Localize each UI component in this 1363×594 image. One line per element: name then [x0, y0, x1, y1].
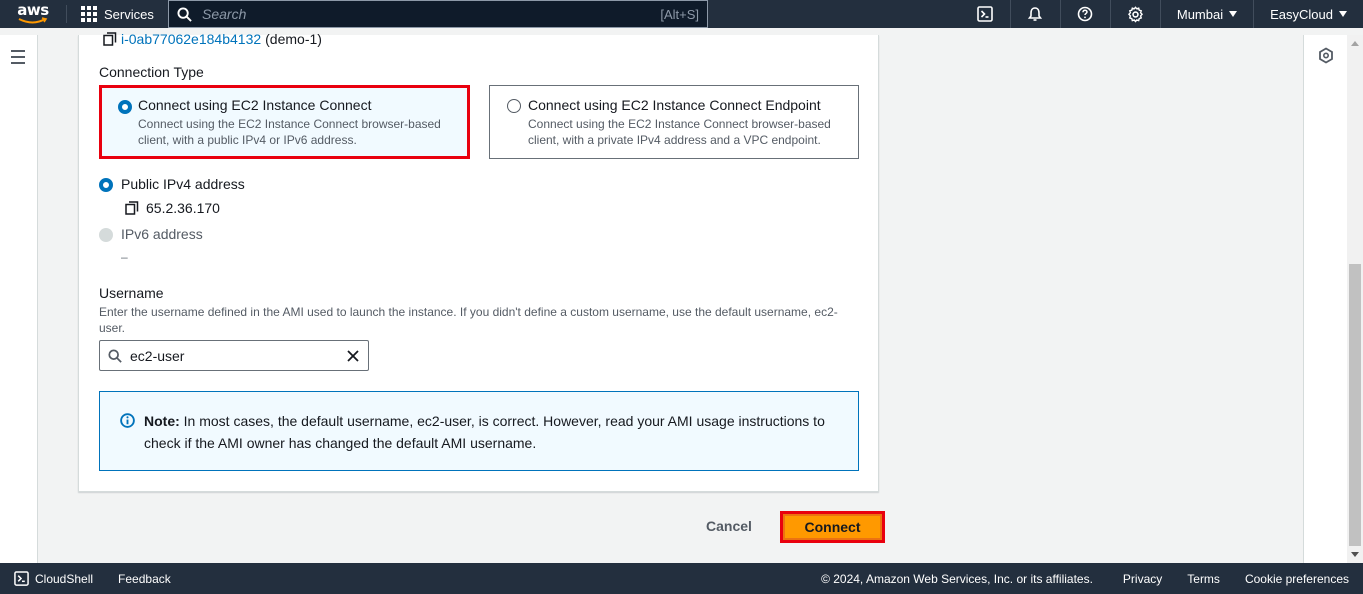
terms-link[interactable]: Terms: [1187, 572, 1220, 586]
cookie-preferences-link[interactable]: Cookie preferences: [1245, 572, 1349, 586]
notifications-button[interactable]: [1011, 0, 1061, 28]
page-scrollbar[interactable]: [1347, 35, 1363, 563]
info-icon: [120, 413, 135, 428]
radio-ec2-instance-connect-endpoint[interactable]: [507, 99, 521, 113]
aws-logo-text: aws: [17, 0, 49, 19]
tools-panel-icon[interactable]: [1318, 47, 1334, 64]
terminal-icon: [14, 571, 29, 586]
username-description: Enter the username defined in the AMI us…: [99, 305, 838, 335]
privacy-link[interactable]: Privacy: [1123, 572, 1162, 586]
search-icon: [108, 348, 122, 363]
tile-description: Connect using the EC2 Instance Connect b…: [528, 117, 831, 147]
console-footer: CloudShell Feedback © 2024, Amazon Web S…: [0, 563, 1363, 594]
caret-down-icon: [1229, 11, 1238, 17]
search-input[interactable]: [202, 6, 661, 22]
connect-instance-panel: i-0ab77062e184b4132 (demo-1) Connection …: [78, 31, 879, 492]
help-icon: [1078, 6, 1093, 22]
feedback-link[interactable]: Feedback: [118, 572, 171, 586]
search-shortcut-hint: [Alt+S]: [660, 6, 699, 22]
instance-name: (demo-1): [265, 31, 322, 47]
username-input[interactable]: [130, 347, 346, 364]
top-navigation: aws Services [Alt+S]: [0, 0, 1363, 28]
tile-ec2-instance-connect-endpoint[interactable]: Connect using EC2 Instance Connect Endpo…: [489, 85, 859, 159]
username-field[interactable]: [99, 340, 369, 371]
tile-ec2-instance-connect[interactable]: Connect using EC2 Instance Connect Conne…: [99, 85, 470, 159]
account-label: EasyCloud: [1270, 6, 1333, 22]
search-icon: [177, 6, 192, 22]
bell-icon: [1028, 7, 1043, 21]
gear-icon: [1127, 5, 1143, 23]
copy-icon[interactable]: [103, 32, 117, 46]
scroll-down-icon[interactable]: [1351, 552, 1359, 557]
radio-ec2-instance-connect[interactable]: [118, 100, 132, 114]
nav-right-group: Mumbai EasyCloud: [961, 0, 1363, 28]
footer-right-group: © 2024, Amazon Web Services, Inc. or its…: [821, 563, 1363, 594]
aws-smile-icon: [18, 16, 48, 23]
region-selector[interactable]: Mumbai: [1161, 0, 1255, 28]
account-menu[interactable]: EasyCloud: [1254, 0, 1363, 28]
tile-description: Connect using the EC2 Instance Connect b…: [138, 117, 441, 147]
connect-button-label: Connect: [785, 516, 880, 538]
public-ipv4-value: 65.2.36.170: [146, 200, 220, 216]
scroll-up-icon[interactable]: [1351, 41, 1359, 46]
services-label: Services: [104, 6, 154, 22]
ipv6-value: –: [121, 250, 128, 264]
cloudshell-footer-button[interactable]: CloudShell: [14, 571, 93, 586]
services-menu-button[interactable]: Services: [75, 0, 160, 28]
public-ipv4-value-row: 65.2.36.170: [125, 200, 220, 216]
copy-icon[interactable]: [125, 201, 139, 215]
instance-id-line: i-0ab77062e184b4132 (demo-1): [103, 31, 322, 47]
tile-label: Connect using EC2 Instance Connect: [138, 97, 372, 113]
copyright-text: © 2024, Amazon Web Services, Inc. or its…: [821, 571, 1093, 586]
caret-down-icon: [1339, 11, 1347, 17]
settings-button[interactable]: [1111, 0, 1161, 28]
clear-icon[interactable]: [346, 349, 360, 363]
instance-id-link[interactable]: i-0ab77062e184b4132: [121, 31, 261, 47]
connection-type-label: Connection Type: [99, 64, 204, 80]
note-bold: Note:: [144, 413, 180, 429]
radio-ipv6: [99, 228, 113, 242]
connect-button[interactable]: Connect: [780, 511, 885, 543]
cloudshell-label: CloudShell: [35, 571, 94, 586]
cloudshell-nav-button[interactable]: [961, 0, 1011, 28]
note-text: In most cases, the default username, ec2…: [144, 413, 825, 451]
ipv6-label: IPv6 address: [121, 226, 203, 242]
region-label: Mumbai: [1176, 6, 1224, 22]
username-info-alert: Note: In most cases, the default usernam…: [99, 391, 859, 471]
scrollbar-thumb[interactable]: [1349, 264, 1361, 546]
right-tools-rail: [1303, 35, 1347, 563]
menu-icon[interactable]: [11, 50, 25, 68]
username-label: Username: [99, 285, 164, 301]
left-navigation-rail: [0, 35, 38, 563]
aws-logo[interactable]: aws: [8, 0, 58, 28]
terminal-icon: [977, 6, 994, 22]
help-button[interactable]: [1061, 0, 1111, 28]
global-search[interactable]: [Alt+S]: [168, 0, 708, 28]
cancel-button[interactable]: Cancel: [700, 518, 758, 534]
public-ipv4-label: Public IPv4 address: [121, 176, 245, 192]
grid-icon: [81, 6, 97, 22]
radio-public-ipv4[interactable]: [99, 178, 113, 192]
nav-divider: [66, 5, 67, 23]
tile-label: Connect using EC2 Instance Connect Endpo…: [528, 97, 821, 113]
feedback-label: Feedback: [118, 571, 171, 586]
